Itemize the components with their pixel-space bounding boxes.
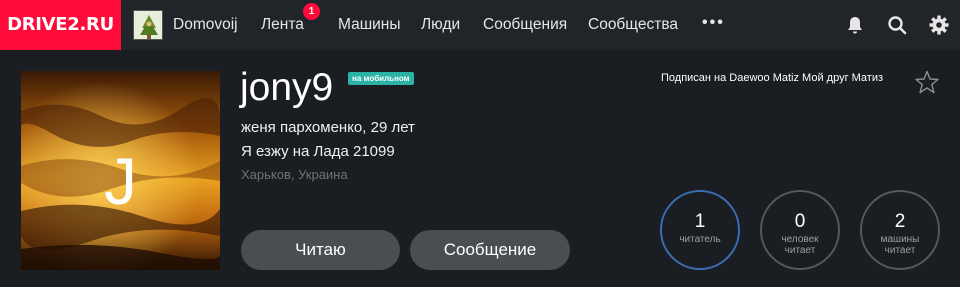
readers-label: читатель xyxy=(679,234,721,245)
follow-button[interactable]: Читаю xyxy=(241,230,400,270)
following-cars-label-1: машины xyxy=(880,234,920,245)
following-cars-label-2: читает xyxy=(884,245,916,256)
search-icon[interactable] xyxy=(886,14,908,36)
bell-icon[interactable] xyxy=(844,14,866,36)
readers-count: 1 xyxy=(694,211,706,232)
profile-name-age: женя пархоменко, 29 лет xyxy=(241,119,415,136)
mobile-status-badge: на мобильном xyxy=(348,72,414,85)
profile-photo[interactable]: J xyxy=(21,71,220,270)
feed-notification-badge: 1 xyxy=(303,3,320,20)
nav-communities[interactable]: Сообщества xyxy=(588,0,678,50)
top-navigation-bar: DRIVE2.RU Domovoij Лента 1 Машины Люди С… xyxy=(0,0,960,50)
profile-location: Харьков, Украина xyxy=(241,167,348,182)
avatar-letter: J xyxy=(104,144,137,218)
nav-username[interactable]: Domovoij xyxy=(173,0,238,50)
profile-username: jony9 xyxy=(240,66,334,109)
subscribed-car-link[interactable]: Подписан на Daewoo Matiz Мой друг Матиз xyxy=(661,72,883,84)
nav-messages[interactable]: Сообщения xyxy=(483,0,567,50)
following-cars-stat[interactable]: 2 машины читает xyxy=(860,190,940,270)
message-button[interactable]: Сообщение xyxy=(410,230,570,270)
following-people-count: 0 xyxy=(794,211,806,232)
more-menu-button[interactable]: ••• xyxy=(702,0,725,50)
following-people-label-1: человек xyxy=(781,234,819,245)
nav-people[interactable]: Люди xyxy=(421,0,460,50)
profile-drives[interactable]: Я езжу на Лада 21099 xyxy=(241,143,395,160)
star-icon[interactable] xyxy=(914,69,940,95)
readers-stat[interactable]: 1 читатель xyxy=(660,190,740,270)
following-cars-count: 2 xyxy=(894,211,906,232)
nav-feed[interactable]: Лента xyxy=(261,0,304,50)
gear-icon[interactable] xyxy=(928,14,950,36)
following-people-stat[interactable]: 0 человек читает xyxy=(760,190,840,270)
following-people-label-2: читает xyxy=(784,245,816,256)
drive2-logo[interactable]: DRIVE2.RU xyxy=(0,0,121,50)
nav-cars[interactable]: Машины xyxy=(338,0,401,50)
user-avatar[interactable] xyxy=(133,10,163,40)
